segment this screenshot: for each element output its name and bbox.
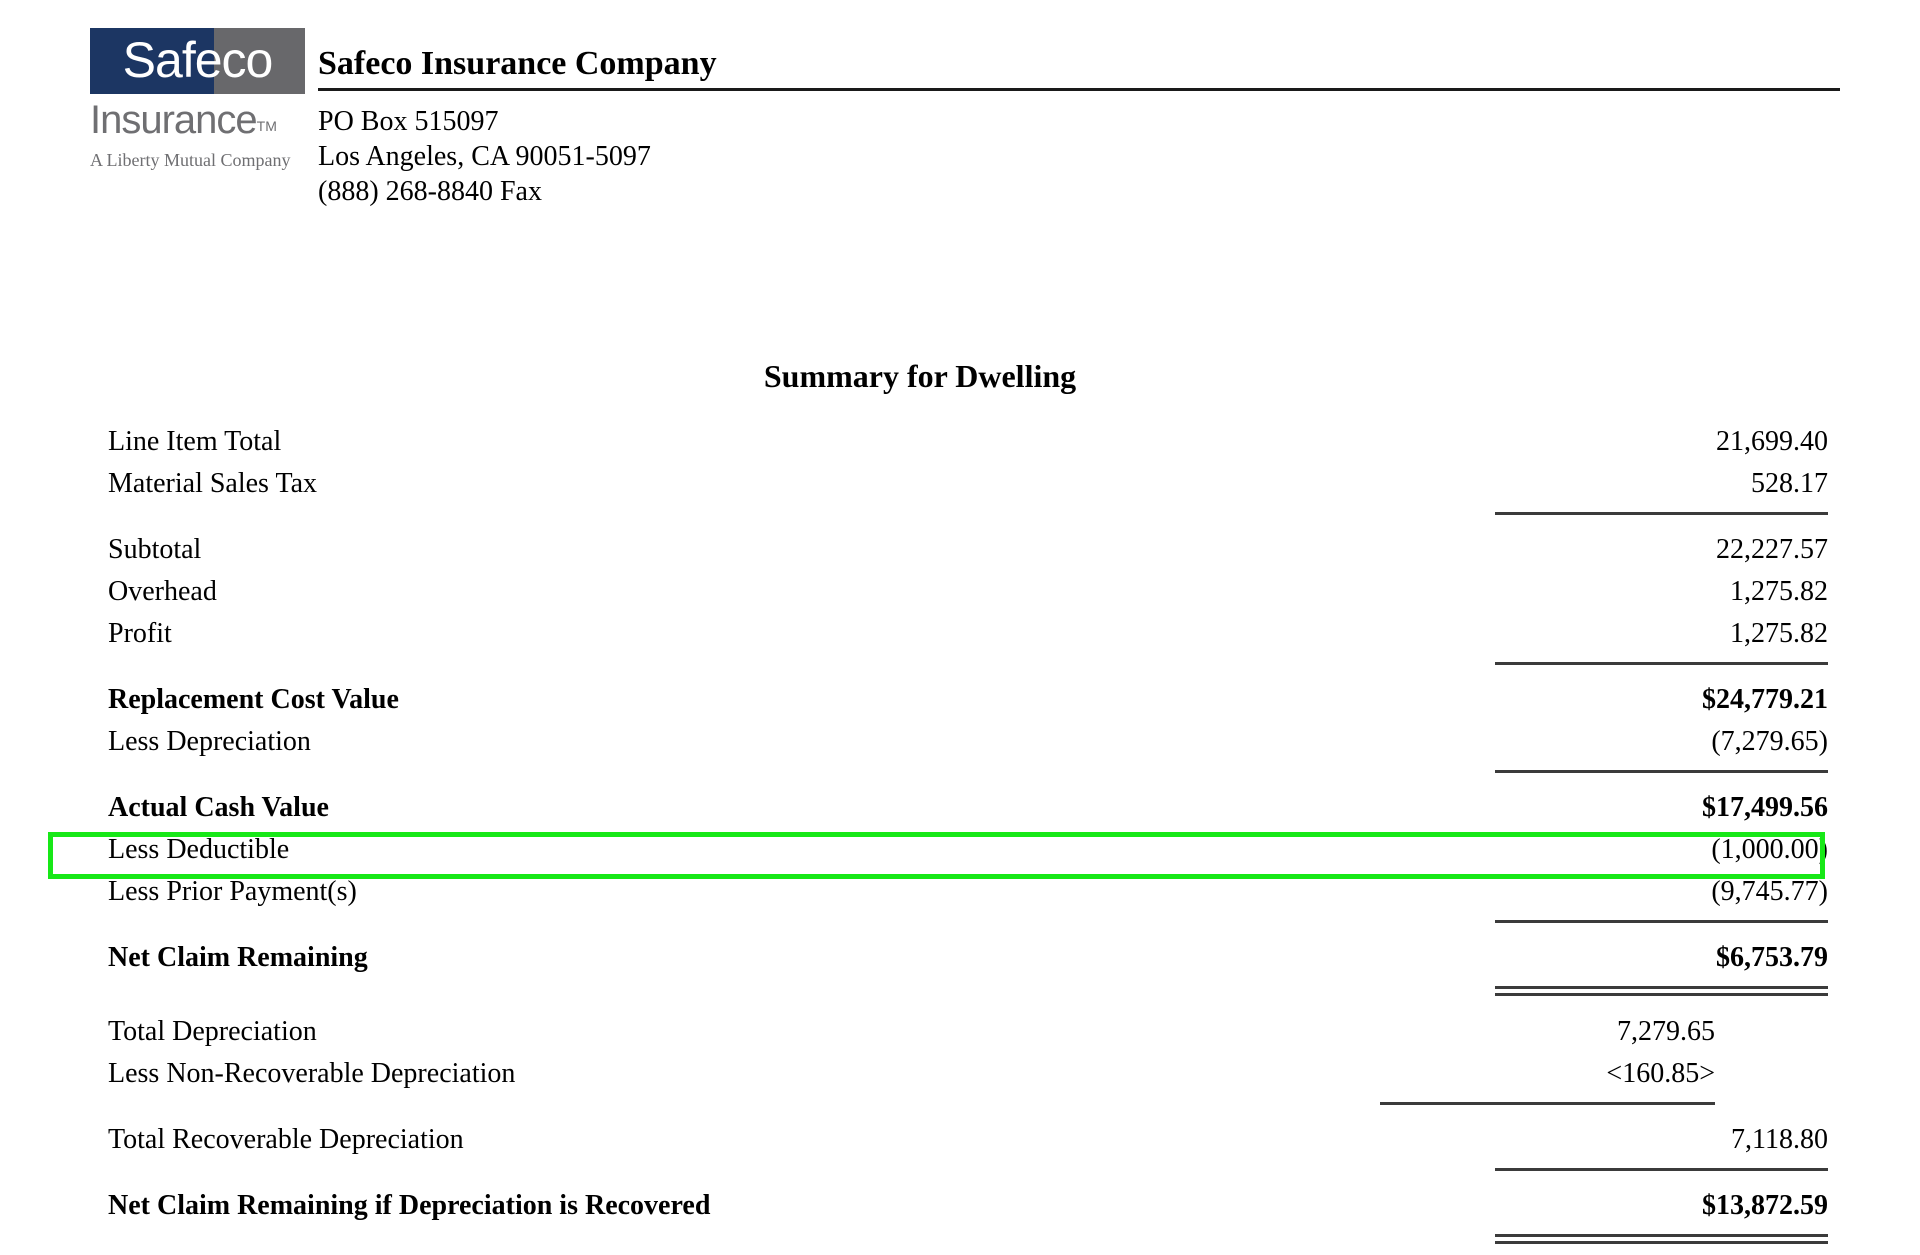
table-row: Subtotal 22,227.57: [0, 529, 1920, 571]
letterhead: Safeco InsuranceTM A Liberty Mutual Comp…: [0, 0, 1920, 230]
replacement-cost-rule: [0, 655, 1920, 671]
row-label-less-deductible: Less Deductible: [108, 834, 290, 865]
total-recoverable-depreciation-rule: [0, 1095, 1920, 1111]
logo-tagline: A Liberty Mutual Company: [90, 150, 291, 170]
table-row: Net Claim Remaining if Depreciation is R…: [0, 1185, 1920, 1227]
logo-trademark-mark: TM: [256, 118, 277, 134]
table-row: Profit 1,275.82: [0, 613, 1920, 655]
row-label-net-claim-remaining: Net Claim Remaining: [108, 942, 368, 973]
summary-title: Summary for Dwelling: [763, 358, 1077, 394]
table-row: Net Claim Remaining $6,753.79: [0, 937, 1920, 979]
table-row: Line Item Total 21,699.40: [0, 421, 1920, 463]
row-value-less-deductible: (1,000.00): [1711, 834, 1828, 865]
logo-insurance-line: InsuranceTM: [90, 98, 310, 148]
subtotal-rule: [0, 505, 1920, 521]
row-label-overhead: Overhead: [108, 576, 217, 607]
logo-insurance-text: Insurance: [90, 98, 258, 142]
actual-cash-value-rule: [0, 763, 1920, 779]
row-value-subtotal: 22,227.57: [1716, 534, 1828, 565]
net-claim-remaining-rule: [0, 913, 1920, 929]
net-claim-remaining-double-rule: [0, 979, 1920, 996]
table-row: Actual Cash Value $17,499.56: [0, 787, 1920, 829]
row-value-actual-cash-value: $17,499.56: [1702, 792, 1828, 823]
row-label-net-claim-remaining-if-recovered: Net Claim Remaining if Depreciation is R…: [108, 1190, 711, 1221]
address-line-fax: (888) 268-8840 Fax: [318, 176, 542, 207]
row-value-overhead: 1,275.82: [1730, 576, 1828, 607]
table-row: Overhead 1,275.82: [0, 571, 1920, 613]
company-info-block: Safeco Insurance Company PO Box 515097 L…: [318, 44, 1843, 209]
table-row: Replacement Cost Value $24,779.21: [0, 679, 1920, 721]
row-value-total-recoverable-depreciation: 7,118.80: [1731, 1124, 1828, 1155]
final-net-claim-rule: [0, 1161, 1920, 1177]
row-label-total-recoverable-depreciation: Total Recoverable Depreciation: [108, 1124, 464, 1155]
table-row: Less Depreciation (7,279.65): [0, 721, 1920, 763]
row-label-material-sales-tax: Material Sales Tax: [108, 468, 318, 499]
table-row-less-deductible: Less Deductible (1,000.00): [0, 829, 1920, 871]
logo-wordmark: Safeco: [90, 28, 305, 94]
table-row: Less Non-Recoverable Depreciation <160.8…: [0, 1053, 1920, 1095]
row-value-less-prior-payments: (9,745.77): [1711, 876, 1828, 907]
company-header-rule: [318, 88, 1840, 91]
row-value-profit: 1,275.82: [1730, 618, 1828, 649]
row-value-replacement-cost-value: $24,779.21: [1702, 684, 1828, 715]
table-row: Total Depreciation 7,279.65: [0, 1011, 1920, 1053]
table-row: Material Sales Tax 528.17: [0, 463, 1920, 505]
row-value-less-depreciation: (7,279.65): [1711, 726, 1828, 757]
row-label-subtotal: Subtotal: [108, 534, 202, 565]
safeco-logo: Safeco InsuranceTM A Liberty Mutual Comp…: [90, 28, 310, 171]
row-label-less-prior-payments: Less Prior Payment(s): [108, 876, 357, 907]
final-net-claim-double-rule: [0, 1227, 1920, 1244]
company-name: Safeco Insurance Company: [318, 45, 717, 82]
row-value-line-item-total: 21,699.40: [1716, 426, 1828, 457]
row-value-total-depreciation: 7,279.65: [1617, 1016, 1715, 1047]
row-label-total-depreciation: Total Depreciation: [108, 1016, 317, 1047]
company-address: PO Box 515097 Los Angeles, CA 90051-5097…: [318, 104, 1843, 209]
row-label-less-depreciation: Less Depreciation: [108, 726, 311, 757]
table-row: Less Prior Payment(s) (9,745.77): [0, 871, 1920, 913]
row-value-net-claim-remaining-if-recovered: $13,872.59: [1702, 1190, 1828, 1221]
summary-section: Summary for Dwelling Line Item Total 21,…: [0, 358, 1920, 1244]
row-label-profit: Profit: [108, 618, 172, 649]
row-label-less-non-recoverable-depreciation: Less Non-Recoverable Depreciation: [108, 1058, 516, 1089]
address-line-city-state-zip: Los Angeles, CA 90051-5097: [318, 141, 651, 172]
row-value-material-sales-tax: 528.17: [1751, 468, 1828, 499]
row-label-line-item-total: Line Item Total: [108, 426, 282, 457]
row-label-replacement-cost-value: Replacement Cost Value: [108, 684, 399, 715]
logo-safeco-text: Safeco: [122, 32, 274, 88]
address-line-po-box: PO Box 515097: [318, 106, 499, 137]
row-value-less-non-recoverable-depreciation: <160.85>: [1606, 1058, 1715, 1089]
row-label-actual-cash-value: Actual Cash Value: [108, 792, 329, 823]
row-value-net-claim-remaining: $6,753.79: [1716, 942, 1828, 973]
table-row: Total Recoverable Depreciation 7,118.80: [0, 1119, 1920, 1161]
